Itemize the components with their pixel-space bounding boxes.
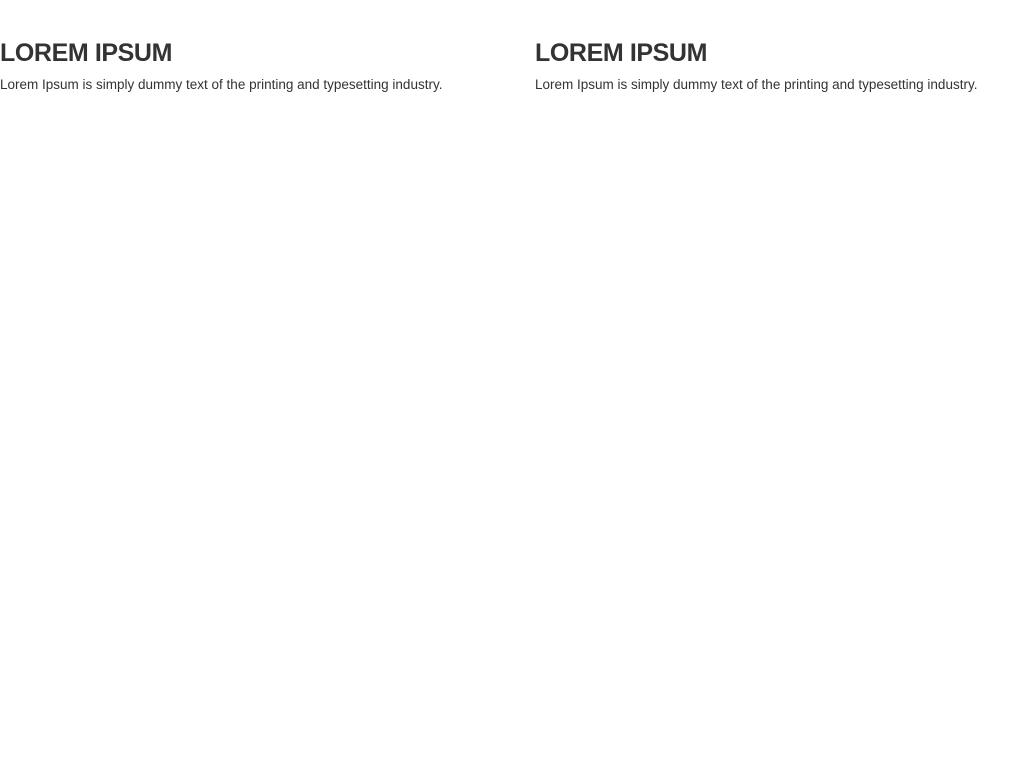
column-right: LOREM IPSUM Lorem Ipsum is simply dummy … — [535, 38, 1024, 93]
two-column-section: LOREM IPSUM Lorem Ipsum is simply dummy … — [0, 38, 1024, 93]
column-text: Lorem Ipsum is simply dummy text of the … — [535, 77, 978, 92]
column-heading: LOREM IPSUM — [0, 39, 172, 67]
column-left: LOREM IPSUM Lorem Ipsum is simply dummy … — [0, 38, 535, 93]
column-heading: LOREM IPSUM — [535, 39, 707, 67]
column-text: Lorem Ipsum is simply dummy text of the … — [0, 77, 443, 92]
